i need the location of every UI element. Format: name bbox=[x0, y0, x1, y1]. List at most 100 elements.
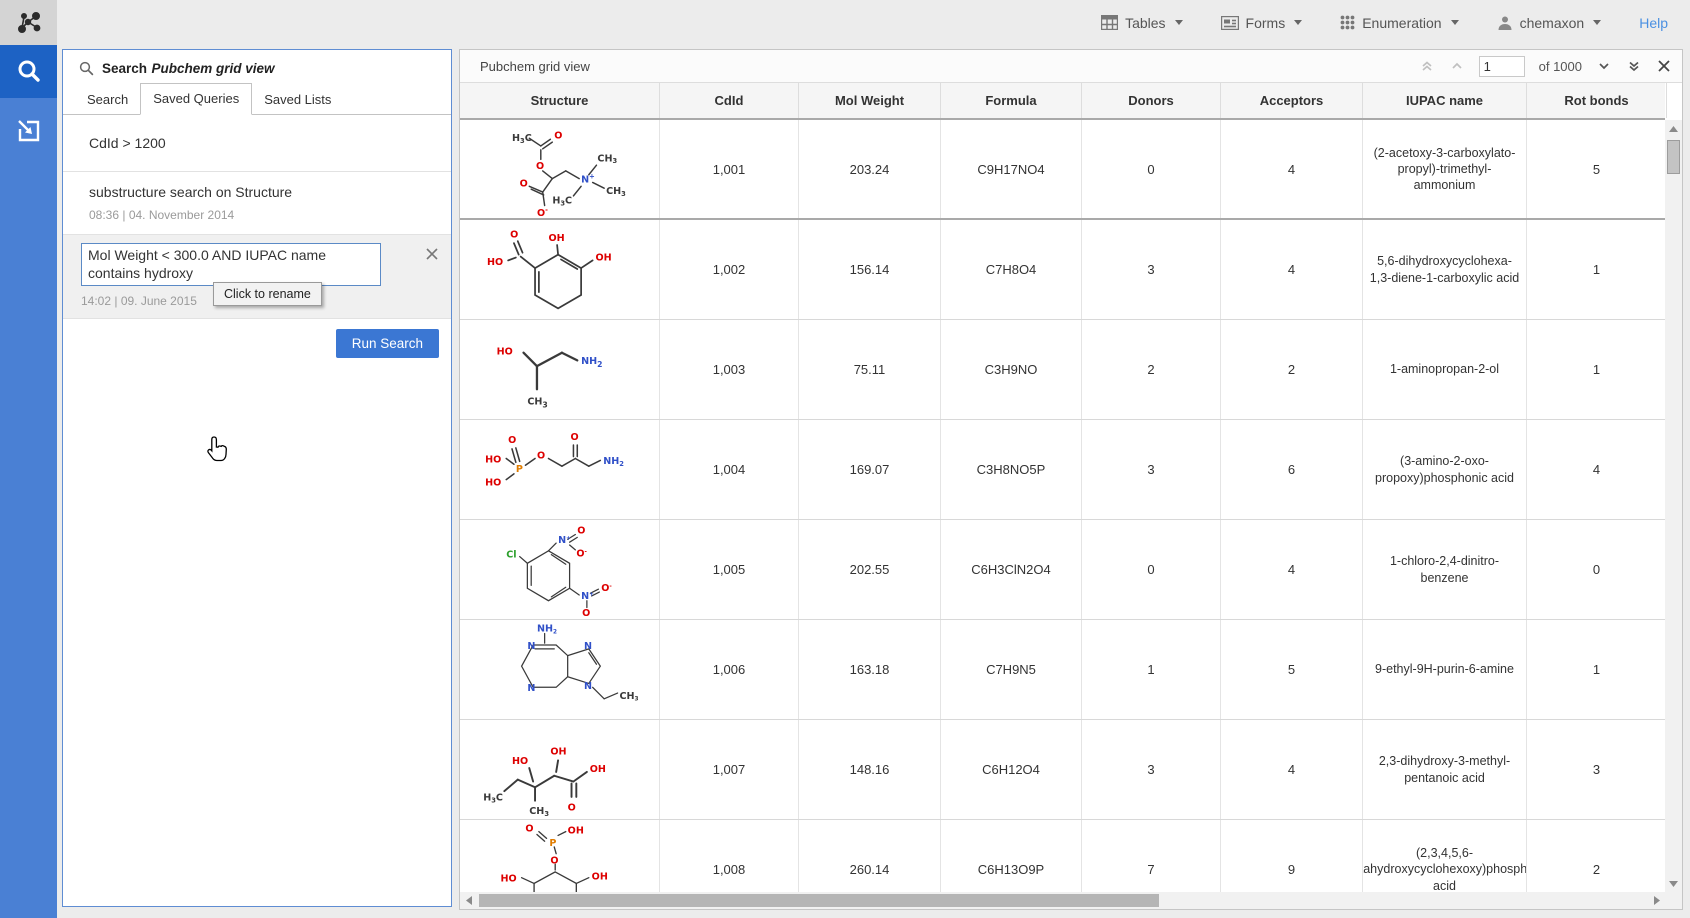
acceptors-cell: 4 bbox=[1221, 520, 1363, 619]
tab-saved-queries[interactable]: Saved Queries bbox=[140, 83, 252, 115]
svg-text:O: O bbox=[508, 435, 516, 446]
svg-text:O-: O- bbox=[576, 548, 587, 559]
svg-text:N+: N+ bbox=[581, 590, 594, 601]
rot-bonds-cell: 5 bbox=[1527, 120, 1665, 218]
menu-tables[interactable]: Tables bbox=[1101, 15, 1182, 31]
table-row[interactable]: O HO OH OH 1,002 156.14 C7H8O4 3 4 5,6-d… bbox=[460, 220, 1665, 320]
svg-text:O: O bbox=[525, 823, 533, 834]
double-chevron-down-icon bbox=[1627, 59, 1641, 73]
structure-drawing: HO HO P O O O NH2 bbox=[470, 422, 650, 518]
left-icon-rail bbox=[0, 45, 57, 918]
table-row[interactable]: N N N N NH2 CH3 1,006 163.18 C7H9N5 1 5 … bbox=[460, 620, 1665, 720]
svg-text:NH2: NH2 bbox=[536, 623, 556, 635]
rot-bonds-cell: 1 bbox=[1527, 220, 1665, 319]
horizontal-scrollbar[interactable] bbox=[460, 892, 1665, 909]
svg-text:NH2: NH2 bbox=[581, 356, 602, 369]
svg-text:OH: OH bbox=[550, 746, 566, 757]
scroll-left-button[interactable] bbox=[460, 892, 477, 909]
mol-weight-cell: 148.16 bbox=[799, 720, 941, 819]
column-header-formula[interactable]: Formula bbox=[941, 83, 1082, 118]
scroll-down-button[interactable] bbox=[1665, 875, 1682, 892]
grid-column-headers: Structure CdId Mol Weight Formula Donors… bbox=[460, 83, 1665, 120]
acceptors-cell: 9 bbox=[1221, 820, 1363, 892]
next-page-button[interactable] bbox=[1596, 58, 1612, 74]
donors-cell: 0 bbox=[1082, 120, 1221, 218]
app-logo[interactable] bbox=[0, 0, 57, 45]
saved-query-name[interactable]: substructure search on Structure bbox=[89, 184, 435, 200]
triangle-down-icon bbox=[1669, 881, 1678, 887]
rot-bonds-cell: 0 bbox=[1527, 520, 1665, 619]
table-row[interactable]: H3C O O O O- N+ CH3 CH3 H3C 1,001 203.24… bbox=[460, 120, 1665, 220]
rail-search-button[interactable] bbox=[0, 45, 57, 98]
svg-text:N+: N+ bbox=[581, 173, 595, 186]
saved-query-name[interactable]: CdId > 1200 bbox=[89, 135, 435, 151]
svg-text:CH3: CH3 bbox=[619, 690, 638, 702]
cdid-cell: 1,008 bbox=[660, 820, 799, 892]
saved-query-item[interactable]: CdId > 1200 bbox=[63, 115, 451, 172]
table-row[interactable]: O P OH O HO OH 1,008 260.14 C6H13O9P 7 9… bbox=[460, 820, 1665, 892]
search-icon bbox=[15, 58, 43, 86]
donors-cell: 3 bbox=[1082, 420, 1221, 519]
first-page-button[interactable] bbox=[1419, 58, 1435, 74]
chemaxon-molecule-logo-icon bbox=[14, 8, 44, 38]
table-row[interactable]: HO NH2 CH3 1,003 75.11 C3H9NO 2 2 1-amin… bbox=[460, 320, 1665, 420]
donors-cell: 7 bbox=[1082, 820, 1221, 892]
remove-query-button[interactable] bbox=[425, 247, 441, 263]
page-number-input[interactable] bbox=[1479, 56, 1525, 77]
tab-saved-lists[interactable]: Saved Lists bbox=[252, 85, 343, 115]
help-link[interactable]: Help bbox=[1639, 15, 1668, 31]
scroll-up-button[interactable] bbox=[1665, 120, 1682, 137]
cdid-cell: 1,003 bbox=[660, 320, 799, 419]
menu-enumeration[interactable]: Enumeration bbox=[1340, 15, 1458, 31]
svg-text:CH3: CH3 bbox=[527, 396, 547, 409]
previous-page-button[interactable] bbox=[1449, 58, 1465, 74]
formula-cell: C7H8O4 bbox=[941, 220, 1082, 319]
structure-drawing: Cl N+ O O- N+ O- O bbox=[470, 522, 650, 618]
column-header-donors[interactable]: Donors bbox=[1082, 83, 1221, 118]
chevron-down-icon bbox=[1175, 20, 1183, 25]
grid-panel: Pubchem grid view of 1000 bbox=[459, 49, 1683, 910]
query-rename-input[interactable]: Mol Weight < 300.0 AND IUPAC name contai… bbox=[81, 243, 381, 286]
table-row[interactable]: HO HO P O O O NH2 1,004 169.07 C3H8NO5P … bbox=[460, 420, 1665, 520]
svg-text:H3C: H3C bbox=[483, 792, 503, 804]
close-grid-button[interactable] bbox=[1656, 58, 1672, 74]
column-header-cdid[interactable]: CdId bbox=[660, 83, 799, 118]
saved-query-item-selected[interactable]: Mol Weight < 300.0 AND IUPAC name contai… bbox=[63, 235, 451, 319]
structure-cell: HO HO P O O O NH2 bbox=[460, 420, 660, 519]
run-search-button[interactable]: Run Search bbox=[336, 329, 439, 358]
tab-search[interactable]: Search bbox=[75, 85, 140, 115]
triangle-right-icon bbox=[1654, 896, 1660, 905]
vertical-scrollbar[interactable] bbox=[1665, 120, 1682, 892]
mol-weight-cell: 75.11 bbox=[799, 320, 941, 419]
column-header-acceptors[interactable]: Acceptors bbox=[1221, 83, 1363, 118]
column-header-rot-bonds[interactable]: Rot bonds bbox=[1527, 83, 1667, 118]
column-header-iupac-name[interactable]: IUPAC name bbox=[1363, 83, 1527, 118]
svg-text:OH: OH bbox=[595, 252, 611, 263]
rail-sketch-button[interactable] bbox=[0, 104, 57, 157]
svg-text:CH3: CH3 bbox=[606, 186, 626, 198]
table-row[interactable]: H3C CH3 HO OH O OH 1,007 148.16 C6H12O4 … bbox=[460, 720, 1665, 820]
scroll-right-button[interactable] bbox=[1648, 892, 1665, 909]
vertical-scroll-thumb[interactable] bbox=[1667, 140, 1680, 174]
horizontal-scroll-thumb[interactable] bbox=[479, 894, 1159, 907]
formula-cell: C3H9NO bbox=[941, 320, 1082, 419]
column-header-mol-weight[interactable]: Mol Weight bbox=[799, 83, 941, 118]
mol-weight-cell: 163.18 bbox=[799, 620, 941, 719]
menu-forms[interactable]: Forms bbox=[1221, 15, 1303, 31]
grid-title: Pubchem grid view bbox=[480, 59, 590, 74]
table-row[interactable]: Cl N+ O O- N+ O- O 1,005 202.55 C6H3ClN2… bbox=[460, 520, 1665, 620]
svg-text:OH: OH bbox=[548, 233, 564, 244]
svg-text:O-: O- bbox=[536, 206, 547, 217]
column-header-structure[interactable]: Structure bbox=[460, 83, 660, 118]
cdid-cell: 1,002 bbox=[660, 220, 799, 319]
last-page-button[interactable] bbox=[1626, 58, 1642, 74]
menu-user-account[interactable]: chemaxon bbox=[1497, 15, 1602, 31]
svg-text:O-: O- bbox=[601, 583, 612, 594]
svg-text:O: O bbox=[554, 130, 562, 141]
saved-query-item[interactable]: substructure search on Structure 08:36 |… bbox=[63, 172, 451, 235]
page-total-label: of 1000 bbox=[1539, 59, 1582, 74]
pagination-controls: of 1000 bbox=[1419, 56, 1672, 77]
mol-weight-cell: 202.55 bbox=[799, 520, 941, 619]
structure-cell: Cl N+ O O- N+ O- O bbox=[460, 520, 660, 619]
rot-bonds-cell: 2 bbox=[1527, 820, 1665, 892]
